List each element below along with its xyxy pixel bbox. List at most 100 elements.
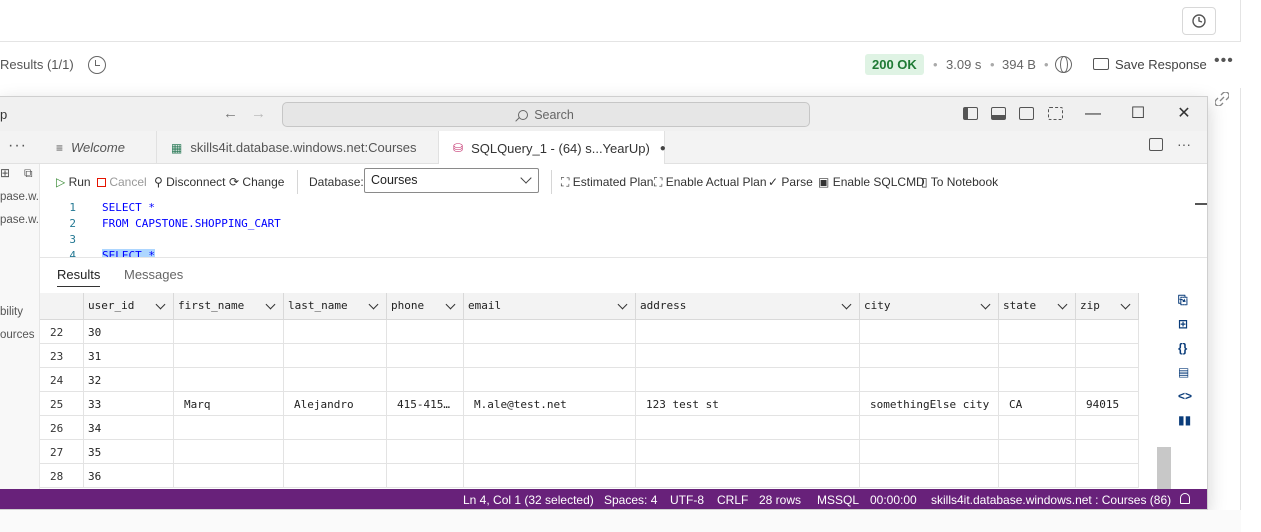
cell-first-name[interactable] [174,344,284,368]
cell-email[interactable] [464,344,636,368]
cell-first-name[interactable] [174,464,284,488]
tree-icon[interactable]: ⊞ [0,166,10,180]
cell-address[interactable] [636,320,860,344]
cell-city[interactable]: somethingElse city [860,392,999,416]
cell-first-name[interactable] [174,416,284,440]
save-response-button[interactable]: Save Response [1093,57,1207,72]
chevron-down-icon[interactable] [265,299,276,310]
close-button[interactable]: ✕ [1169,102,1199,126]
cell-zip[interactable]: 94015 [1076,392,1139,416]
disconnect-button[interactable]: ⚲ Disconnect [154,175,226,189]
column-header-address[interactable]: address [636,293,860,320]
cell-city[interactable] [860,344,999,368]
connection-info[interactable]: skills4it.database.windows.net : Courses… [931,493,1171,507]
sidebar-item-3[interactable]: bility [0,306,23,318]
minimize-button[interactable]: — [1078,102,1108,126]
link-icon[interactable] [1215,92,1229,106]
cell-phone[interactable] [387,320,464,344]
chevron-down-icon[interactable] [445,299,456,310]
cell-first-name[interactable] [174,440,284,464]
column-header-email[interactable]: email [464,293,636,320]
cell-last-name[interactable] [284,440,387,464]
cell-phone[interactable] [387,440,464,464]
cell-email[interactable] [464,416,636,440]
editor-more-icon[interactable]: ··· [1177,136,1191,152]
cell-state[interactable] [999,344,1076,368]
cell-user-id[interactable]: 31 [84,344,174,368]
minimap-slider[interactable] [1195,203,1207,205]
tab-results[interactable]: Results [57,267,101,287]
sqlcmd-button[interactable]: ▣ Enable SQLCMD [818,175,925,189]
cell-email[interactable] [464,464,636,488]
cell-email[interactable] [464,368,636,392]
table-row[interactable]: 26 34 [40,416,1139,440]
column-header-phone[interactable]: phone [387,293,464,320]
tab-server-dashboard[interactable]: ▦ skills4it.database.windows.net:Courses [157,131,439,164]
app-menu-fragment[interactable]: p [0,107,7,122]
toggle-secondary-sidebar-icon[interactable] [1019,107,1034,120]
chevron-down-icon[interactable] [1120,299,1131,310]
cell-last-name[interactable] [284,416,387,440]
actual-plan-button[interactable]: ⛶ Enable Actual Plan [654,175,767,190]
cancel-button[interactable]: Cancel [97,175,147,189]
cell-city[interactable] [860,320,999,344]
cell-state[interactable] [999,368,1076,392]
cell-address[interactable] [636,440,860,464]
save-as-excel-icon[interactable]: ⊞ [1178,317,1192,331]
notification-bell-icon[interactable] [1180,493,1190,504]
save-as-xml-icon[interactable]: <> [1178,389,1192,403]
estimated-plan-button[interactable]: ⛶ Estimated Plan [561,175,653,190]
cell-state[interactable]: CA [999,392,1076,416]
table-row[interactable]: 27 35 [40,440,1139,464]
forward-arrow-icon[interactable]: → [251,105,266,122]
cell-city[interactable] [860,368,999,392]
column-header-first-name[interactable]: first_name [174,293,284,320]
tab-welcome[interactable]: ≡ Welcome [42,131,157,164]
language-mode[interactable]: MSSQL [817,493,859,507]
save-as-json-icon[interactable]: {} [1178,341,1192,355]
line-ending[interactable]: CRLF [717,493,748,507]
column-header-user-id[interactable]: user_id [84,293,174,320]
encoding[interactable]: UTF-8 [670,493,704,507]
cell-user-id[interactable]: 33 [84,392,174,416]
cell-zip[interactable] [1076,320,1139,344]
cell-phone[interactable] [387,368,464,392]
cell-phone[interactable] [387,464,464,488]
command-search[interactable]: Search [282,102,810,127]
save-as-markdown-icon[interactable]: ▤ [1178,365,1192,379]
parse-button[interactable]: ✓ Parse [768,175,813,189]
cell-last-name[interactable] [284,344,387,368]
table-row[interactable]: 25 33 Marq Alejandro 415-415… M.ale@test… [40,392,1139,416]
chevron-down-icon[interactable] [1057,299,1068,310]
cell-zip[interactable] [1076,368,1139,392]
database-select[interactable]: Courses [364,168,539,193]
cursor-position[interactable]: Ln 4, Col 1 (32 selected) [463,493,594,507]
table-row[interactable]: 22 30 [40,320,1139,344]
tab-sqlquery[interactable]: ⛁ SQLQuery_1 - (64) s...YearUp) ● [439,131,666,165]
chevron-down-icon[interactable] [155,299,166,310]
cell-zip[interactable] [1076,416,1139,440]
cell-city[interactable] [860,464,999,488]
customize-layout-icon[interactable] [1048,107,1063,120]
toggle-panel-icon[interactable] [991,107,1006,120]
cell-address[interactable] [636,368,860,392]
cell-first-name[interactable] [174,320,284,344]
refresh-button[interactable] [1182,7,1216,35]
grid-scrollbar[interactable] [1157,447,1171,489]
cell-last-name[interactable] [284,368,387,392]
cell-user-id[interactable]: 32 [84,368,174,392]
sidebar-more-icon[interactable]: ··· [8,137,27,155]
cell-city[interactable] [860,440,999,464]
column-header-state[interactable]: state [999,293,1076,320]
cell-zip[interactable] [1076,440,1139,464]
history-icon[interactable] [88,56,106,74]
cell-last-name[interactable] [284,320,387,344]
indentation[interactable]: Spaces: 4 [604,493,657,507]
chevron-down-icon[interactable] [841,299,852,310]
cell-phone[interactable]: 415-415… [387,392,464,416]
query-editor[interactable]: 1 SELECT * 2 FROM CAPSTONE.SHOPPING_CART… [40,200,1207,257]
cell-user-id[interactable]: 35 [84,440,174,464]
cell-email[interactable] [464,320,636,344]
column-header-zip[interactable]: zip [1076,293,1139,320]
cell-phone[interactable] [387,344,464,368]
